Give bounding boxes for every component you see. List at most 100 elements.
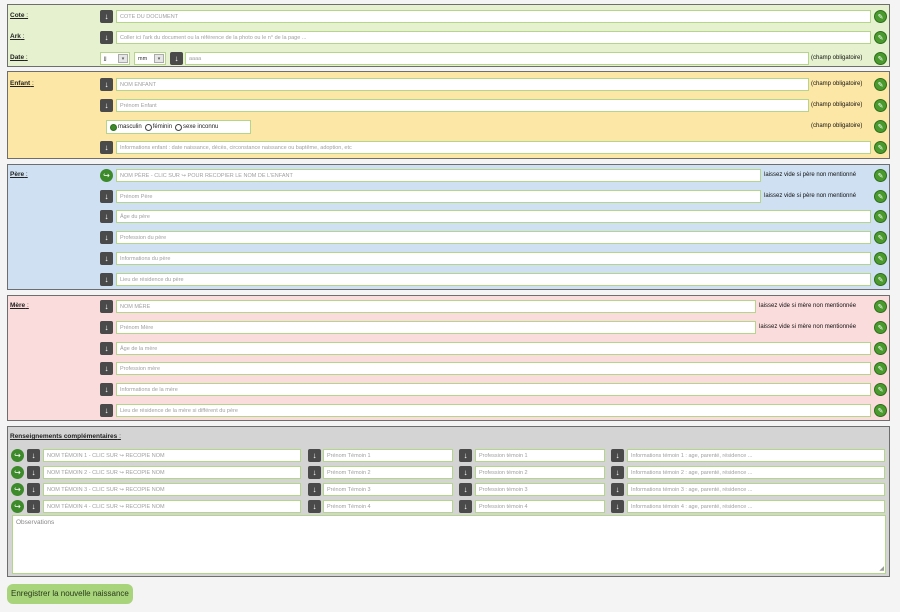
child-prenom-input[interactable]: Prénom Enfant <box>116 99 809 112</box>
witness-info-input[interactable]: Informations témoin 3 : age, parenté, ré… <box>627 483 885 496</box>
arrow-down-icon[interactable]: ↓ <box>100 31 113 44</box>
arrow-down-icon[interactable]: ↓ <box>100 321 113 334</box>
eraser-icon[interactable]: ✎ <box>874 362 887 375</box>
copy-name-icon[interactable]: ↪ <box>11 483 24 496</box>
copy-name-icon[interactable]: ↪ <box>11 449 24 462</box>
witness-profession-input[interactable]: Profession témoin 2 <box>475 466 605 479</box>
copy-name-icon[interactable]: ↪ <box>100 169 113 182</box>
eraser-icon[interactable]: ✎ <box>874 10 887 23</box>
arrow-down-icon[interactable]: ↓ <box>611 483 624 496</box>
child-info-input[interactable]: Informations enfant : date naissance, dé… <box>116 141 871 154</box>
arrow-down-icon[interactable]: ↓ <box>100 342 113 355</box>
arrow-down-icon[interactable]: ↓ <box>27 449 40 462</box>
arrow-down-icon[interactable]: ↓ <box>308 500 321 513</box>
witness-info-input[interactable]: Informations témoin 1 : age, parenté, ré… <box>627 449 885 462</box>
father-prenom-input[interactable]: Prénom Père <box>116 190 761 203</box>
arrow-down-icon[interactable]: ↓ <box>308 449 321 462</box>
father-age-input[interactable]: Âge du père <box>116 210 871 223</box>
eraser-icon[interactable]: ✎ <box>874 231 887 244</box>
arrow-down-icon[interactable]: ↓ <box>100 300 113 313</box>
witness-nom-input[interactable]: NOM TÉMOIN 1 - CLIC SUR ↪ RECOPIE NOM <box>43 449 301 462</box>
eraser-icon[interactable]: ✎ <box>874 78 887 91</box>
witness-prenom-input[interactable]: Prénom Témoin 4 <box>323 500 453 513</box>
witness-prenom-input[interactable]: Prénom Témoin 2 <box>323 466 453 479</box>
copy-name-icon[interactable]: ↪ <box>11 500 24 513</box>
arrow-down-icon[interactable]: ↓ <box>100 273 113 286</box>
arrow-down-icon[interactable]: ↓ <box>459 449 472 462</box>
father-profession-input[interactable]: Profession du père <box>116 231 871 244</box>
mother-age-input[interactable]: Âge de la mère <box>116 342 871 355</box>
arrow-down-icon[interactable]: ↓ <box>100 383 113 396</box>
eraser-icon[interactable]: ✎ <box>874 52 887 65</box>
arrow-down-icon[interactable]: ↓ <box>459 483 472 496</box>
child-nom-input[interactable]: NOM ENFANT <box>116 78 809 91</box>
sex-radio-male[interactable]: masculin <box>110 123 142 131</box>
father-residence-input[interactable]: Lieu de résidence du père <box>116 273 871 286</box>
observations-textarea[interactable]: Observations ◢ <box>12 515 886 574</box>
eraser-icon[interactable]: ✎ <box>874 190 887 203</box>
arrow-down-icon[interactable]: ↓ <box>611 500 624 513</box>
arrow-down-icon[interactable]: ↓ <box>170 52 183 65</box>
mother-age-row: ↓ Âge de la mère ✎ <box>8 341 889 356</box>
copy-name-icon[interactable]: ↪ <box>11 466 24 479</box>
eraser-icon[interactable]: ✎ <box>874 141 887 154</box>
arrow-down-icon[interactable]: ↓ <box>100 404 113 417</box>
day-select[interactable]: jj ▾ <box>100 52 130 65</box>
eraser-icon[interactable]: ✎ <box>874 120 887 133</box>
arrow-down-icon[interactable]: ↓ <box>27 483 40 496</box>
mother-prenom-input[interactable]: Prénom Mère <box>116 321 756 334</box>
arrow-down-icon[interactable]: ↓ <box>100 99 113 112</box>
eraser-icon[interactable]: ✎ <box>874 321 887 334</box>
eraser-icon[interactable]: ✎ <box>874 342 887 355</box>
ark-input[interactable]: Coller ici l'ark du document ou la référ… <box>116 31 871 44</box>
year-input[interactable]: aaaa <box>185 52 809 65</box>
witness-info-input[interactable]: Informations témoin 4 : age, parenté, ré… <box>627 500 885 513</box>
arrow-down-icon[interactable]: ↓ <box>100 190 113 203</box>
arrow-down-icon[interactable]: ↓ <box>100 10 113 23</box>
arrow-down-icon[interactable]: ↓ <box>308 483 321 496</box>
arrow-down-icon[interactable]: ↓ <box>100 78 113 91</box>
arrow-down-icon[interactable]: ↓ <box>27 500 40 513</box>
arrow-down-icon[interactable]: ↓ <box>100 231 113 244</box>
arrow-down-icon[interactable]: ↓ <box>100 362 113 375</box>
eraser-icon[interactable]: ✎ <box>874 273 887 286</box>
witness-info-input[interactable]: Informations témoin 2 : age, parenté, ré… <box>627 466 885 479</box>
mother-residence-input[interactable]: Lieu de résidence de la mère si différen… <box>116 404 871 417</box>
witness-profession-input[interactable]: Profession témoin 1 <box>475 449 605 462</box>
mother-profession-input[interactable]: Profession mère <box>116 362 871 375</box>
father-nom-input[interactable]: NOM PÈRE - CLIC SUR ↪ POUR RECOPIER LE N… <box>116 169 761 182</box>
eraser-icon[interactable]: ✎ <box>874 169 887 182</box>
eraser-icon[interactable]: ✎ <box>874 31 887 44</box>
resize-grip-icon[interactable]: ◢ <box>879 565 884 572</box>
month-select[interactable]: mm ▾ <box>134 52 166 65</box>
eraser-icon[interactable]: ✎ <box>874 404 887 417</box>
eraser-icon[interactable]: ✎ <box>874 300 887 313</box>
eraser-icon[interactable]: ✎ <box>874 210 887 223</box>
witness-nom-input[interactable]: NOM TÉMOIN 2 - CLIC SUR ↪ RECOPIE NOM <box>43 466 301 479</box>
save-birth-button[interactable]: Enregistrer la nouvelle naissance <box>7 584 133 604</box>
witness-profession-input[interactable]: Profession témoin 3 <box>475 483 605 496</box>
arrow-down-icon[interactable]: ↓ <box>308 466 321 479</box>
arrow-down-icon[interactable]: ↓ <box>100 252 113 265</box>
arrow-down-icon[interactable]: ↓ <box>459 466 472 479</box>
eraser-icon[interactable]: ✎ <box>874 99 887 112</box>
arrow-down-icon[interactable]: ↓ <box>459 500 472 513</box>
father-info-input[interactable]: Informations du père <box>116 252 871 265</box>
witness-nom-input[interactable]: NOM TÉMOIN 3 - CLIC SUR ↪ RECOPIE NOM <box>43 483 301 496</box>
arrow-down-icon[interactable]: ↓ <box>611 449 624 462</box>
arrow-down-icon[interactable]: ↓ <box>611 466 624 479</box>
arrow-down-icon[interactable]: ↓ <box>100 141 113 154</box>
sex-radio-female[interactable]: féminin <box>144 123 172 131</box>
eraser-icon[interactable]: ✎ <box>874 383 887 396</box>
sex-radio-unknown[interactable]: sexe inconnu <box>175 123 218 131</box>
witness-nom-input[interactable]: NOM TÉMOIN 4 - CLIC SUR ↪ RECOPIE NOM <box>43 500 301 513</box>
witness-prenom-input[interactable]: Prénom Témoin 3 <box>323 483 453 496</box>
mother-info-input[interactable]: Informations de la mère <box>116 383 871 396</box>
arrow-down-icon[interactable]: ↓ <box>27 466 40 479</box>
cote-input[interactable]: COTE DU DOCUMENT <box>116 10 871 23</box>
eraser-icon[interactable]: ✎ <box>874 252 887 265</box>
witness-prenom-input[interactable]: Prénom Témoin 1 <box>323 449 453 462</box>
arrow-down-icon[interactable]: ↓ <box>100 210 113 223</box>
mother-nom-input[interactable]: NOM MÈRE <box>116 300 756 313</box>
witness-profession-input[interactable]: Profession témoin 4 <box>475 500 605 513</box>
